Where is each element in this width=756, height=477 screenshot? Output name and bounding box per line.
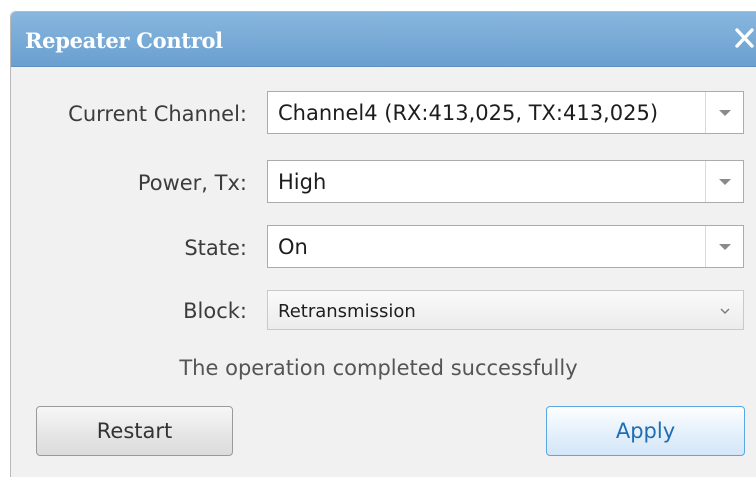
power-tx-value: High <box>278 170 327 194</box>
current-channel-label: Current Channel: <box>68 102 247 126</box>
state-value: On <box>278 235 308 259</box>
chevron-down-icon <box>720 308 730 314</box>
current-channel-value: Channel4 (RX:413,025, TX:413,025) <box>278 101 659 125</box>
dialog-title: Repeater Control <box>25 28 223 53</box>
status-message: The operation completed successfully <box>179 356 578 380</box>
dropdown-arrow-icon <box>719 110 731 116</box>
dropdown-arrow-icon <box>719 244 731 250</box>
state-dropdown-button[interactable] <box>705 226 743 267</box>
apply-button[interactable]: Apply <box>546 406 745 456</box>
state-label: State: <box>184 236 247 260</box>
current-channel-select[interactable]: Channel4 (RX:413,025, TX:413,025) <box>267 91 744 134</box>
repeater-control-dialog: Repeater Control Current Channel: Channe… <box>10 11 756 477</box>
block-value: Retransmission <box>278 301 416 322</box>
current-channel-dropdown-button[interactable] <box>705 92 743 133</box>
state-select[interactable]: On <box>267 225 744 268</box>
title-bar[interactable]: Repeater Control <box>11 12 756 67</box>
close-icon[interactable] <box>730 23 756 53</box>
power-tx-label: Power, Tx: <box>137 171 247 195</box>
power-tx-dropdown-button[interactable] <box>705 161 743 202</box>
restart-button[interactable]: Restart <box>36 406 233 456</box>
block-label: Block: <box>183 299 247 323</box>
dropdown-arrow-icon <box>719 179 731 185</box>
block-select[interactable]: Retransmission <box>267 290 744 330</box>
power-tx-select[interactable]: High <box>267 160 744 203</box>
